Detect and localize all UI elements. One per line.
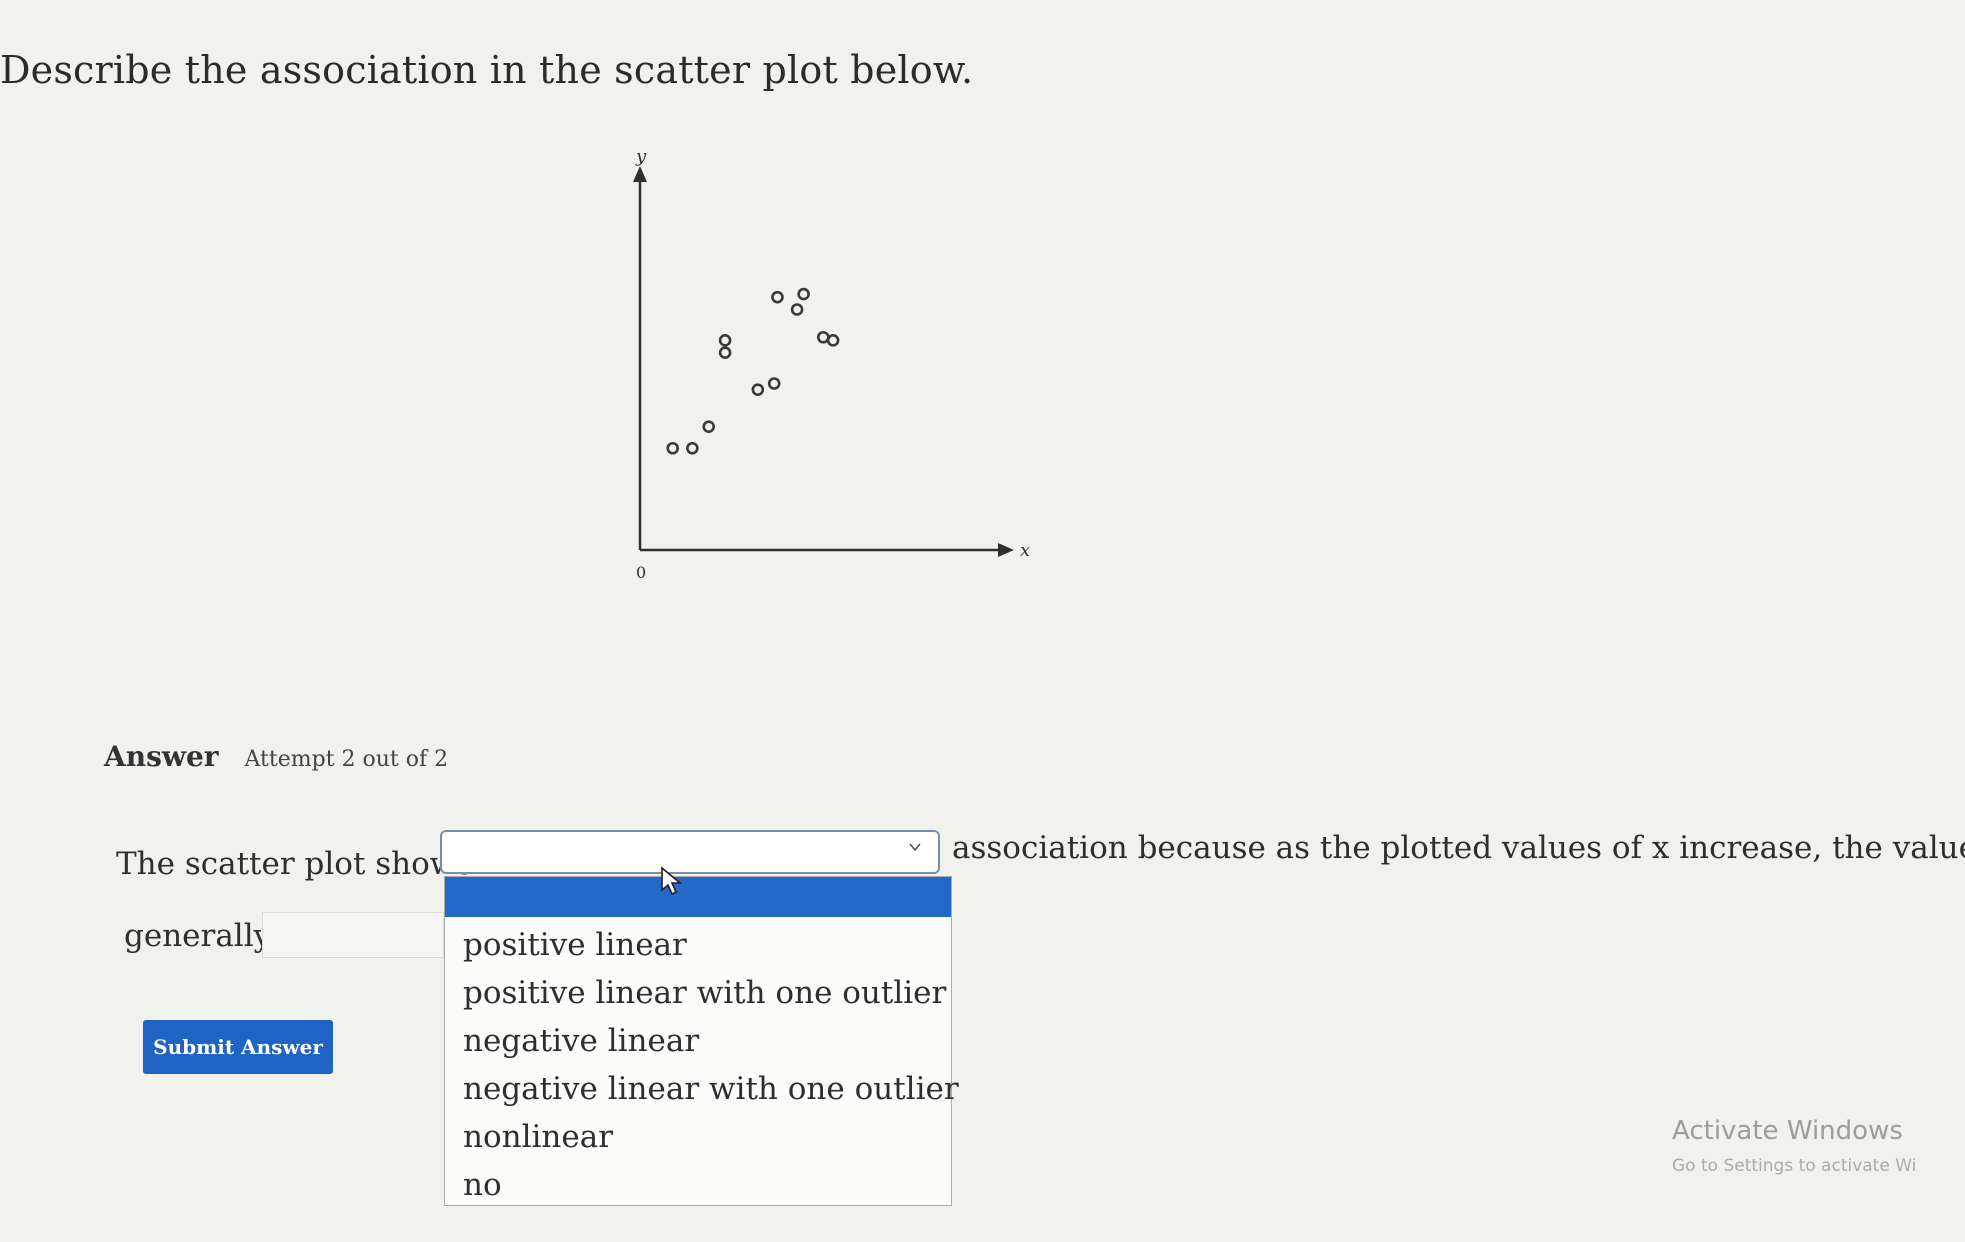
plot-axes: y x 0: [633, 146, 1030, 582]
mouse-cursor-icon: [661, 866, 682, 896]
data-point: [771, 290, 784, 304]
attempt-label: Attempt 2 out of 2: [244, 747, 449, 772]
answer-header: Answer Attempt 2 out of 2: [104, 740, 448, 773]
association-dropdown[interactable]: [440, 830, 940, 874]
dropdown-option[interactable]: positive linear: [463, 927, 687, 963]
data-point: [718, 334, 732, 347]
trend-dropdown[interactable]: [262, 912, 444, 958]
scatter-plot: y x 0: [633, 146, 1030, 582]
data-point: [751, 383, 765, 396]
data-point: [790, 303, 804, 316]
plot-points: [666, 287, 840, 455]
statement-middle: association because as the plotted value…: [952, 830, 1965, 866]
question-text: Describe the association in the scatter …: [0, 48, 974, 92]
data-point: [816, 330, 830, 344]
answer-label: Answer: [104, 740, 219, 773]
dropdown-option[interactable]: no: [463, 1167, 502, 1203]
data-point: [718, 346, 732, 359]
data-point: [767, 377, 781, 390]
activate-windows-subtitle: Go to Settings to activate Wi: [1672, 1156, 1917, 1176]
x-axis-arrow: [998, 543, 1014, 557]
data-point: [666, 441, 680, 455]
data-point: [797, 287, 810, 301]
origin-label: 0: [636, 563, 646, 582]
dropdown-option[interactable]: negative linear: [463, 1023, 699, 1059]
dropdown-option[interactable]: negative linear with one outlier: [463, 1071, 959, 1107]
dropdown-option-list: positive linear positive linear with one…: [444, 876, 959, 1206]
activate-windows-title: Activate Windows: [1672, 1116, 1903, 1146]
data-point: [702, 420, 716, 433]
dropdown-option[interactable]: nonlinear: [463, 1119, 613, 1155]
data-point: [826, 334, 840, 347]
data-point: [686, 441, 699, 455]
submit-answer-button[interactable]: Submit Answer: [143, 1020, 333, 1074]
y-axis-label: y: [635, 146, 647, 167]
chevron-down-icon: [909, 843, 921, 852]
statement-prefix: The scatter plot shows: [116, 846, 473, 882]
y-axis-arrow: [633, 166, 647, 182]
dropdown-option[interactable]: positive linear with one outlier: [463, 975, 946, 1011]
x-axis-label: x: [1020, 540, 1030, 561]
dropdown-option-highlighted[interactable]: [445, 877, 951, 917]
statement-line2-prefix: generally: [124, 918, 272, 954]
